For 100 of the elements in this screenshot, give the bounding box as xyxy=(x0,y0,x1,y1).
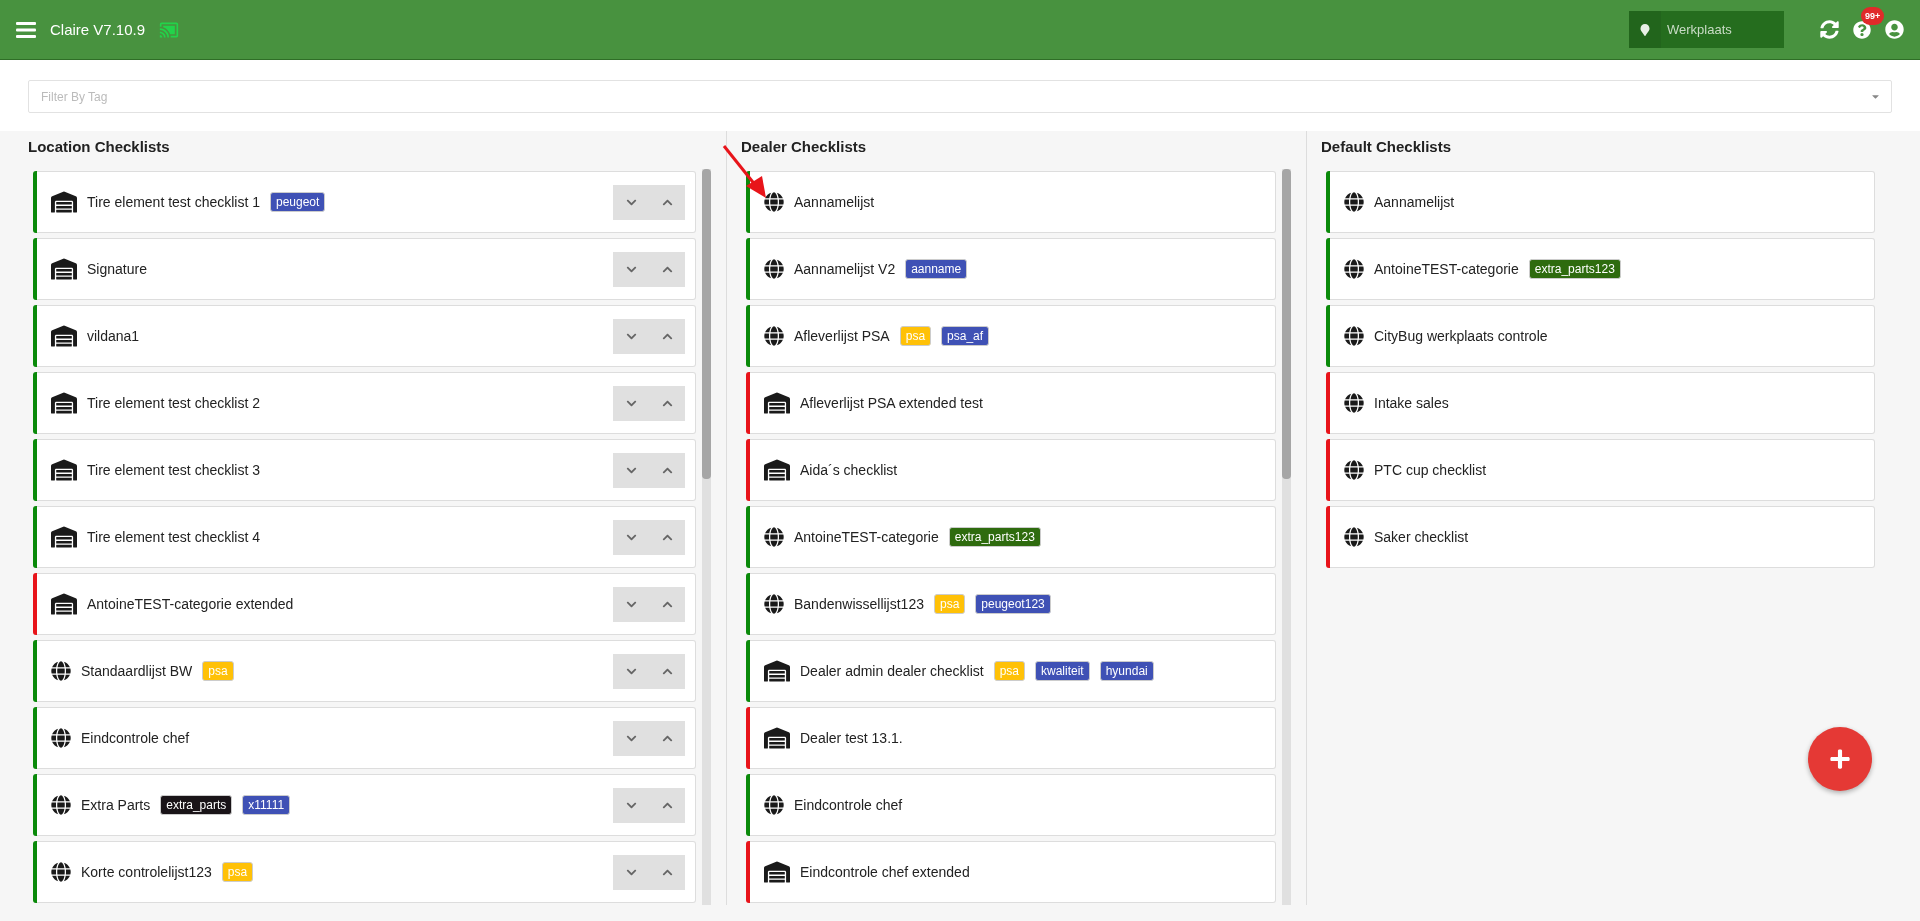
help-button[interactable] xyxy=(1853,20,1871,39)
garage-icon xyxy=(51,524,77,550)
move-up-button[interactable] xyxy=(649,251,685,287)
checklist-card[interactable]: Tire element test checklist 1 peugeot xyxy=(33,171,696,233)
move-down-button[interactable] xyxy=(613,385,649,421)
move-up-button[interactable] xyxy=(649,452,685,488)
move-up-button[interactable] xyxy=(649,318,685,354)
tag: psa_af xyxy=(941,326,990,346)
move-down-button[interactable] xyxy=(613,586,649,622)
sync-button[interactable] xyxy=(1820,20,1839,39)
plus-icon xyxy=(1829,748,1851,770)
globe-icon xyxy=(1344,393,1364,413)
garage-icon xyxy=(764,658,790,684)
globe-icon xyxy=(764,192,784,212)
move-down-button[interactable] xyxy=(613,519,649,555)
checklist-name: vildana1 xyxy=(87,328,140,344)
menu-button[interactable] xyxy=(16,21,36,38)
move-up-button[interactable] xyxy=(649,385,685,421)
checklist-card[interactable]: AntoineTEST-categorie extra_parts123 xyxy=(1326,238,1875,300)
globe-icon xyxy=(764,795,784,815)
checklist-card[interactable]: Eindcontrole chef extended xyxy=(746,841,1276,903)
garage-icon xyxy=(51,591,77,617)
globe-icon xyxy=(51,862,71,882)
checklist-card[interactable]: Dealer test 13.1. xyxy=(746,707,1276,769)
checklist-card[interactable]: PTC cup checklist xyxy=(1326,439,1875,501)
move-down-button[interactable] xyxy=(613,787,649,823)
tag: psa xyxy=(202,661,234,681)
move-down-button[interactable] xyxy=(613,251,649,287)
move-down-button[interactable] xyxy=(613,184,649,220)
move-up-button[interactable] xyxy=(649,787,685,823)
tag: peugeot xyxy=(270,192,326,212)
move-down-button[interactable] xyxy=(613,653,649,689)
checklist-card[interactable]: AntoineTEST-categorie extended xyxy=(33,573,696,635)
checklist-card[interactable]: AntoineTEST-categorie extra_parts123 xyxy=(746,506,1276,568)
checklist-name: AntoineTEST-categorie xyxy=(1374,261,1519,277)
checklist-name: Standaardlijst BW xyxy=(81,663,193,679)
column-title: Dealer Checklists xyxy=(741,138,868,155)
checklist-card[interactable]: Korte controlelijst123 psa xyxy=(33,841,696,903)
notification-badge: 99+ xyxy=(1861,6,1885,25)
move-up-button[interactable] xyxy=(649,519,685,555)
add-button[interactable] xyxy=(1808,727,1872,791)
garage-icon xyxy=(51,256,77,282)
checklist-card[interactable]: Afleverlijst PSA extended test xyxy=(746,372,1276,434)
tag: extra_parts xyxy=(160,795,233,815)
checklist-card[interactable]: Tire element test checklist 4 xyxy=(33,506,696,568)
checklist-card[interactable]: Saker checklist xyxy=(1326,506,1875,568)
checklist-card[interactable]: CityBug werkplaats controle xyxy=(1326,305,1875,367)
tag: x11111 xyxy=(242,795,291,815)
move-up-button[interactable] xyxy=(649,720,685,756)
checklist-card[interactable]: Tire element test checklist 2 xyxy=(33,372,696,434)
checklist-card[interactable]: Aannamelijst xyxy=(746,171,1276,233)
garage-icon xyxy=(764,457,790,483)
globe-icon xyxy=(764,326,784,346)
checklist-card[interactable]: Standaardlijst BW psa xyxy=(33,640,696,702)
move-down-button[interactable] xyxy=(613,854,649,890)
move-up-button[interactable] xyxy=(649,653,685,689)
checklist-card[interactable]: Eindcontrole chef xyxy=(746,774,1276,836)
tag: kwaliteit xyxy=(1035,661,1090,681)
checklist-card[interactable]: Dealer admin dealer checklist psa kwaliteit hyundai xyxy=(746,640,1276,702)
checklist-card[interactable]: Afleverlijst PSA psa psa_af xyxy=(746,305,1276,367)
globe-icon xyxy=(764,259,784,279)
checklist-name: Tire element test checklist 4 xyxy=(87,529,260,545)
column-title: Location Checklists xyxy=(28,138,171,155)
checklist-name: Aida´s checklist xyxy=(800,462,898,478)
checklist-card[interactable]: Aida´s checklist xyxy=(746,439,1276,501)
checklist-name: Eindcontrole chef xyxy=(81,730,190,746)
checklist-card[interactable]: Tire element test checklist 3 xyxy=(33,439,696,501)
checklist-card[interactable]: Extra Parts extra_parts x11111 xyxy=(33,774,696,836)
checklist-card[interactable]: vildana1 xyxy=(33,305,696,367)
filter-dropdown[interactable]: Filter By Tag xyxy=(28,80,1892,113)
location-selector[interactable]: Werkplaats xyxy=(1629,11,1784,48)
checklist-name: Intake sales xyxy=(1374,395,1449,411)
checklist-card[interactable]: Intake sales xyxy=(1326,372,1875,434)
checklist-name: AntoineTEST-categorie xyxy=(794,529,939,545)
move-down-button[interactable] xyxy=(613,720,649,756)
tag: extra_parts123 xyxy=(948,527,1041,547)
checklist-name: Tire element test checklist 3 xyxy=(87,462,260,478)
checklist-card[interactable]: Aannamelijst xyxy=(1326,171,1875,233)
garage-icon xyxy=(764,725,790,751)
garage-icon xyxy=(764,390,790,416)
checklist-name: Eindcontrole chef xyxy=(794,797,903,813)
move-down-button[interactable] xyxy=(613,452,649,488)
garage-icon xyxy=(51,323,77,349)
user-account-button[interactable] xyxy=(1885,20,1904,39)
scrollbar[interactable] xyxy=(702,169,711,905)
move-up-button[interactable] xyxy=(649,854,685,890)
globe-icon xyxy=(1344,326,1364,346)
tag: extra_parts123 xyxy=(1528,259,1621,279)
tag: psa xyxy=(993,661,1025,681)
checklist-name: Aannamelijst xyxy=(1374,194,1455,210)
checklist-card[interactable]: Bandenwissellijst123 psa peugeot123 xyxy=(746,573,1276,635)
checklist-card[interactable]: Aannamelijst V2 aanname xyxy=(746,238,1276,300)
move-up-button[interactable] xyxy=(649,586,685,622)
move-down-button[interactable] xyxy=(613,318,649,354)
move-up-button[interactable] xyxy=(649,184,685,220)
scrollbar[interactable] xyxy=(1282,169,1291,905)
checklist-name: Afleverlijst PSA extended test xyxy=(800,395,983,411)
checklist-card[interactable]: Eindcontrole chef xyxy=(33,707,696,769)
checklist-name: Eindcontrole chef extended xyxy=(800,864,970,880)
checklist-card[interactable]: Signature xyxy=(33,238,696,300)
